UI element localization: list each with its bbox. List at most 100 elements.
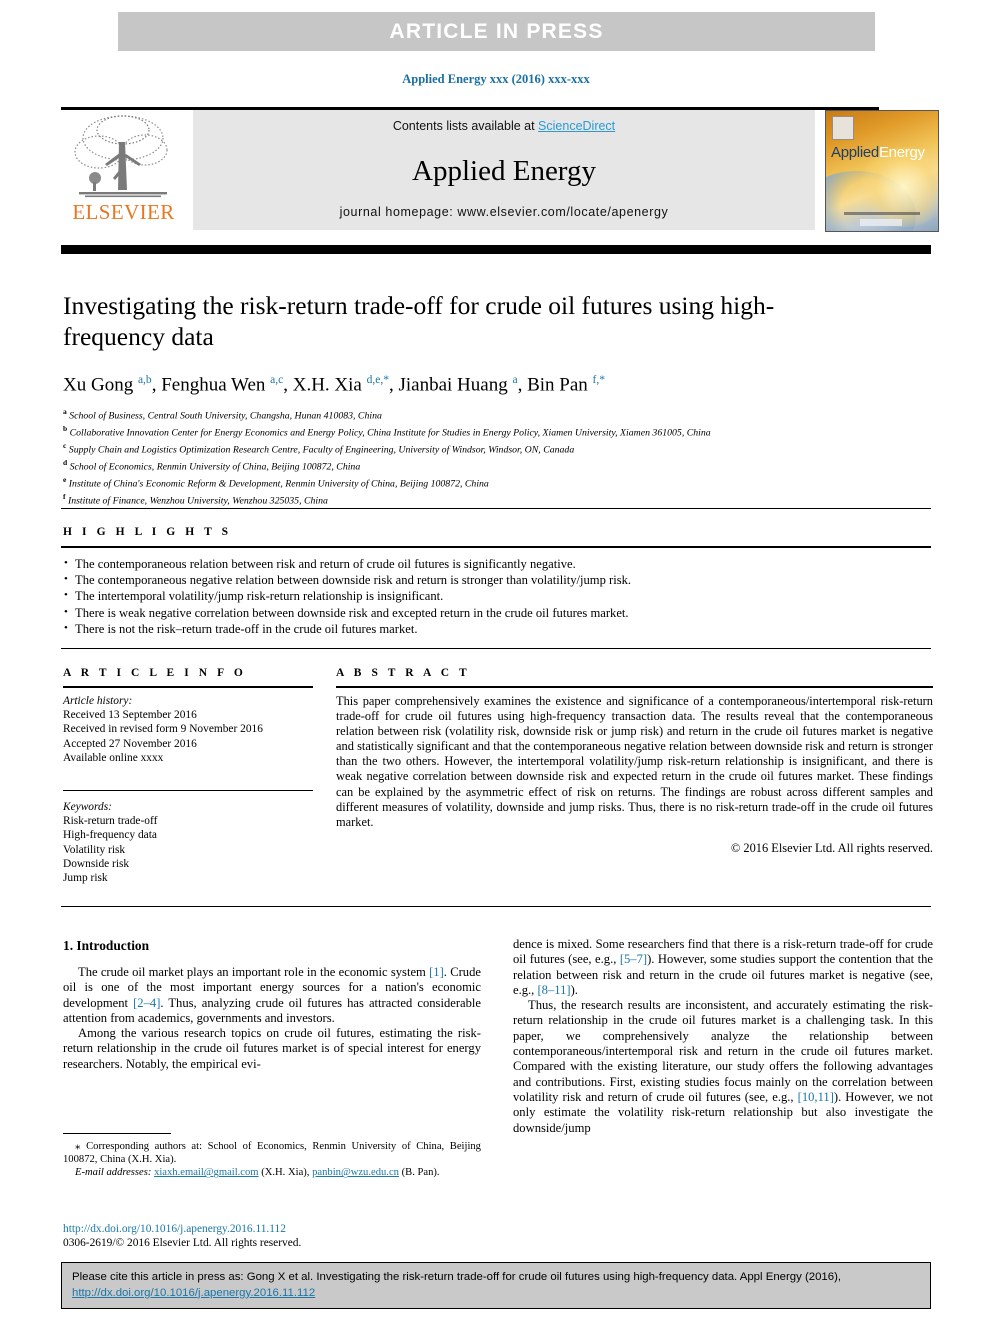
abstract-bottom-rule	[61, 906, 931, 907]
cite-sentence: Please cite this article in press as: Go…	[72, 1271, 842, 1283]
abstract-heading: A B S T R A C T	[336, 667, 471, 679]
paragraph: The crude oil market plays an important …	[63, 965, 482, 1025]
keyword-item: Volatility risk	[63, 843, 126, 856]
cover-footer-logo	[860, 219, 902, 226]
keyword-item: High-frequency data	[63, 829, 157, 842]
affiliation-mark: e	[63, 474, 67, 484]
email2-owner: (B. Pan).	[401, 1167, 440, 1179]
page-title: Investigating the risk-return trade-off …	[63, 291, 775, 351]
abstract-rule	[336, 686, 933, 688]
affiliation-mark: d	[63, 457, 68, 467]
list-item: There is not the risk–return trade-off i…	[63, 620, 933, 637]
journal-cover-thumbnail: AppliedEnergy	[825, 110, 939, 232]
keywords-top-rule	[63, 790, 313, 791]
title-block: Investigating the risk-return trade-off …	[63, 290, 873, 507]
cover-imprint-box	[832, 116, 854, 140]
email-label: E-mail addresses:	[75, 1167, 152, 1179]
sciencedirect-link[interactable]: ScienceDirect	[538, 119, 615, 133]
article-page: ARTICLE IN PRESS Applied Energy xxx (201…	[0, 0, 992, 1323]
keywords-label: Keywords:	[63, 801, 112, 813]
affiliation-item: a School of Business, Central South Univ…	[63, 406, 873, 423]
keyword-item: Risk-return trade-off	[63, 815, 158, 828]
section-divider-bar	[61, 245, 931, 254]
affiliation-list: a School of Business, Central South Univ…	[63, 406, 873, 507]
highlights-under-rule	[61, 546, 931, 548]
highlights-heading: H I G H L I G H T S	[63, 526, 232, 538]
abstract-copyright: © 2016 Elsevier Ltd. All rights reserved…	[730, 840, 933, 855]
history-item: Received in revised form 9 November 2016	[63, 723, 263, 736]
keywords-block: Keywords: Risk-return trade-off High-fre…	[63, 800, 313, 885]
contents-prefix: Contents lists available at	[392, 119, 539, 133]
paragraph: dence is mixed. Some researchers find th…	[513, 937, 933, 997]
article-in-press-label: ARTICLE IN PRESS	[389, 20, 604, 43]
contents-available-line: Contents lists available at ScienceDirec…	[193, 119, 815, 133]
body-column-left: The crude oil market plays an important …	[63, 965, 481, 1072]
affiliation-item: d School of Economics, Renmin University…	[63, 457, 873, 474]
cite-this-article-box: Please cite this article in press as: Go…	[61, 1262, 931, 1309]
list-item: There is weak negative correlation betwe…	[63, 604, 933, 621]
email-link-xia[interactable]: xiaxh.email@gmail.com	[154, 1167, 258, 1178]
keyword-item: Downside risk	[63, 857, 130, 870]
highlights-bottom-rule	[61, 648, 931, 649]
list-item: The contemporaneous relation between ris…	[63, 555, 933, 572]
affiliation-text: Institute of Finance, Wenzhou University…	[67, 494, 328, 506]
cite-text: Please cite this article in press as: Go…	[72, 1270, 924, 1301]
affiliation-text: Institute of China's Economic Reform & D…	[68, 478, 489, 490]
author-list: Xu Gong a,b, Fenghua Wen a,c, X.H. Xia d…	[63, 374, 605, 396]
corresponding-author-note: ⁎ Corresponding authors at: School of Ec…	[63, 1140, 481, 1166]
journal-masthead: ELSEVIER Contents lists available at Sci…	[61, 110, 941, 232]
email1-owner: (X.H. Xia),	[261, 1167, 310, 1179]
history-item: Received 13 September 2016	[63, 709, 197, 722]
affiliation-mark: a	[63, 407, 67, 417]
email-link-pan[interactable]: panbin@wzu.edu.cn	[312, 1167, 399, 1178]
article-in-press-banner: ARTICLE IN PRESS	[118, 12, 875, 51]
section-heading-introduction: 1. Introduction	[63, 938, 150, 953]
elsevier-wordmark: ELSEVIER	[72, 200, 175, 224]
masthead-center-panel: Contents lists available at ScienceDirec…	[193, 110, 815, 230]
affiliation-text: Supply Chain and Logistics Optimization …	[68, 444, 575, 456]
list-item: The intertemporal volatility/jump risk-r…	[63, 587, 933, 604]
elsevier-tree-icon	[74, 115, 168, 198]
article-info-rule	[63, 686, 313, 688]
history-item: Available online xxxx	[63, 751, 164, 764]
doi-block: http://dx.doi.org/10.1016/j.apenergy.201…	[63, 1222, 493, 1250]
running-head: Applied Energy xxx (2016) xxx-xxx	[402, 72, 590, 86]
issn-copyright: 0306-2619/© 2016 Elsevier Ltd. All right…	[63, 1237, 302, 1249]
doi-link[interactable]: http://dx.doi.org/10.1016/j.apenergy.201…	[63, 1222, 493, 1236]
paragraph: Thus, the research results are inconsist…	[513, 998, 933, 1135]
highlights-top-rule	[61, 508, 931, 509]
cover-title-energy: Energy	[878, 144, 925, 161]
history-item: Accepted 27 November 2016	[63, 737, 197, 750]
body-column-right: dence is mixed. Some researchers find th…	[513, 937, 933, 1136]
cite-doi-link[interactable]: http://dx.doi.org/10.1016/j.apenergy.201…	[72, 1287, 315, 1299]
elsevier-logo: ELSEVIER	[61, 112, 186, 230]
cover-footer-bar	[844, 212, 920, 215]
highlights-list: The contemporaneous relation between ris…	[63, 555, 933, 637]
cover-title: AppliedEnergy	[831, 144, 925, 161]
affiliation-mark: f	[63, 491, 66, 501]
footnote-block: ⁎ Corresponding authors at: School of Ec…	[63, 1140, 481, 1180]
affiliation-text: School of Economics, Renmin University o…	[69, 461, 361, 473]
list-item: The contemporaneous negative relation be…	[63, 571, 933, 588]
abstract-text: This paper comprehensively examines the …	[336, 694, 933, 829]
affiliation-mark: b	[63, 424, 68, 434]
article-history-block: Article history: Received 13 September 2…	[63, 694, 313, 765]
article-info-heading: A R T I C L E I N F O	[63, 667, 247, 679]
journal-title: Applied Energy	[412, 155, 596, 187]
asterisk-icon: ⁎	[75, 1140, 81, 1152]
affiliation-text: School of Business, Central South Univer…	[69, 410, 382, 422]
affiliation-text: Collaborative Innovation Center for Ener…	[69, 427, 711, 439]
affiliation-item: f Institute of Finance, Wenzhou Universi…	[63, 491, 873, 508]
affiliation-item: c Supply Chain and Logistics Optimizatio…	[63, 440, 873, 457]
article-history-label: Article history:	[63, 695, 133, 707]
abstract-body: This paper comprehensively examines the …	[336, 694, 933, 856]
cover-title-applied: Applied	[831, 144, 879, 161]
affiliation-item: b Collaborative Innovation Center for En…	[63, 423, 873, 440]
affiliation-mark: c	[63, 441, 67, 451]
corresponding-text: Corresponding authors at: School of Econ…	[63, 1141, 481, 1166]
journal-homepage[interactable]: journal homepage: www.elsevier.com/locat…	[193, 205, 815, 219]
paragraph: Among the various research topics on cru…	[63, 1026, 481, 1071]
keyword-item: Jump risk	[63, 872, 108, 885]
email-addresses-note: E-mail addresses: xiaxh.email@gmail.com …	[63, 1166, 481, 1179]
footnote-rule	[63, 1133, 171, 1134]
